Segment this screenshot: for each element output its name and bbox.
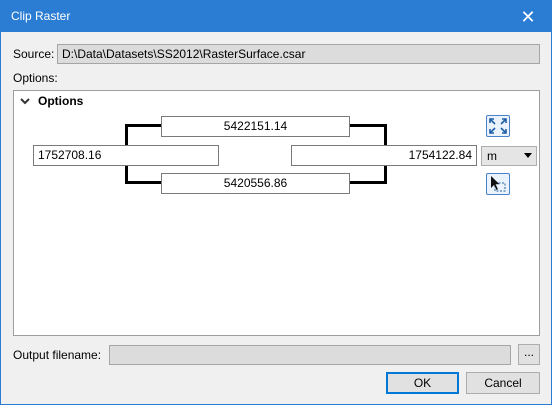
output-filename-field[interactable] [109,345,511,365]
unit-select-value: m [487,149,497,163]
south-coordinate-input[interactable]: 5420556.86 [161,173,350,194]
options-panel-header[interactable]: Options [18,94,83,108]
close-icon: ✕ [520,6,536,27]
chevron-down-icon [524,153,532,158]
full-extent-button[interactable] [486,115,510,137]
options-label: Options: [13,71,58,85]
full-extent-icon [489,118,507,134]
ok-button[interactable]: OK [386,372,459,394]
north-coordinate-input[interactable]: 5422151.14 [161,116,350,137]
select-area-button[interactable] [486,173,510,195]
chevron-down-icon[interactable] [18,94,32,108]
east-coordinate-input[interactable]: 1754122.84 [291,145,477,166]
browse-button[interactable]: ... [518,344,540,365]
west-coordinate-input[interactable]: 1752708.16 [33,145,219,166]
options-panel-title: Options [38,94,84,108]
title-bar[interactable]: Clip Raster ✕ [1,1,551,32]
unit-select[interactable]: m [481,146,537,166]
source-path-field: D:\Data\Datasets\SS2012\RasterSurface.cs… [57,44,540,64]
output-filename-label: Output filename: [13,348,102,362]
clip-raster-dialog: Clip Raster ✕ Source: D:\Data\Datasets\S… [0,0,552,405]
select-area-icon [491,176,506,192]
window-title: Clip Raster [11,9,71,23]
close-button[interactable]: ✕ [505,1,551,32]
cancel-button[interactable]: Cancel [466,372,540,394]
source-label: Source: [13,47,55,61]
